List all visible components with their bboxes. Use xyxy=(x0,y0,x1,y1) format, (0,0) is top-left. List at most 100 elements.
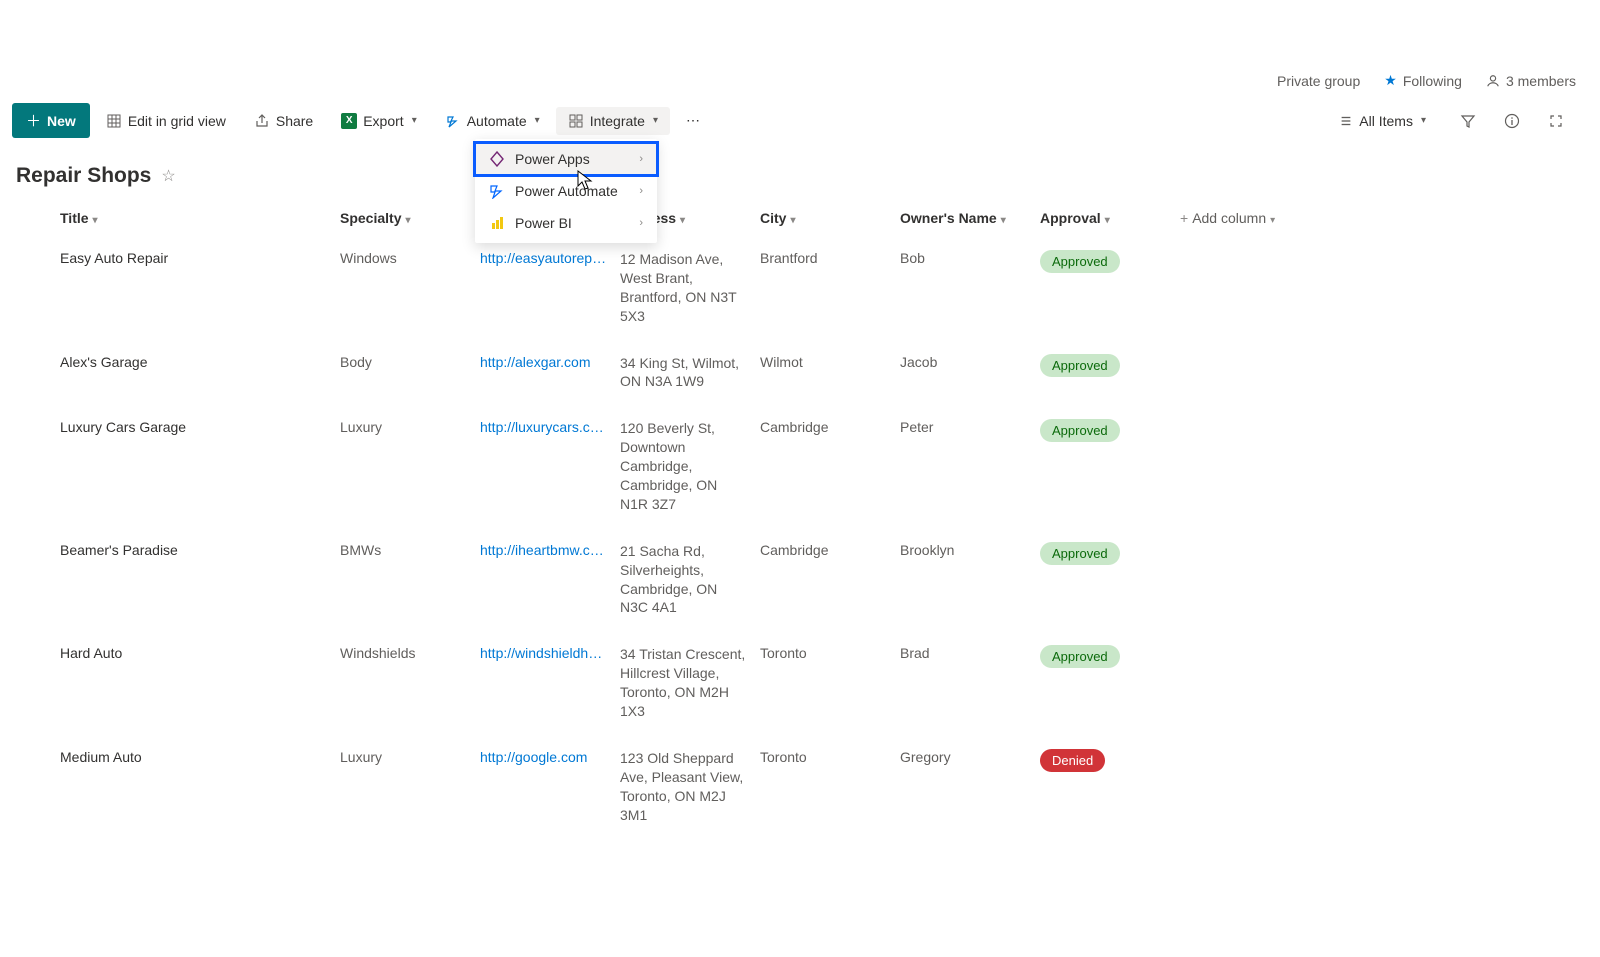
following-toggle[interactable]: ★ Following xyxy=(1384,72,1462,89)
website-link[interactable]: http://google.com xyxy=(480,749,587,765)
flow-icon xyxy=(445,113,461,129)
table-row[interactable]: Medium AutoLuxuryhttp://google.com123 Ol… xyxy=(0,735,1600,839)
site-info-bar: Private group ★ Following 3 members xyxy=(0,60,1600,97)
cell-title: Luxury Cars Garage xyxy=(60,419,340,435)
cell-city: Toronto xyxy=(760,749,900,765)
cell-title: Beamer's Paradise xyxy=(60,542,340,558)
favorite-star-icon[interactable]: ☆ xyxy=(161,166,175,186)
dropdown-item-power-automate[interactable]: Power Automate › xyxy=(475,175,657,207)
cell-website: http://google.com xyxy=(480,749,620,768)
excel-icon: X xyxy=(341,113,357,129)
cell-address: 120 Beverly St, Downtown Cambridge, Camb… xyxy=(620,419,760,513)
cell-approval: Approved xyxy=(1040,250,1180,273)
table-row[interactable]: Beamer's ParadiseBMWshttp://iheartbmw.co… xyxy=(0,528,1600,632)
approval-badge: Approved xyxy=(1040,354,1120,377)
integrate-label: Integrate xyxy=(590,113,645,129)
list-title: Repair Shops xyxy=(16,164,151,188)
new-button[interactable]: ＋ New xyxy=(12,103,90,138)
share-label: Share xyxy=(276,113,313,129)
command-bar: ＋ New Edit in grid view Share X Export ▾… xyxy=(0,97,1600,144)
integrate-icon xyxy=(568,113,584,129)
views-label: All Items xyxy=(1359,113,1413,129)
chevron-right-icon: › xyxy=(639,153,643,165)
cell-specialty: Windshields xyxy=(340,645,480,661)
column-header-city[interactable]: City▾ xyxy=(760,210,900,226)
filter-button[interactable] xyxy=(1454,107,1482,135)
export-button[interactable]: X Export ▾ xyxy=(329,107,429,135)
website-link[interactable]: http://luxurycars.com xyxy=(480,419,608,435)
grid-icon xyxy=(106,113,122,129)
automate-button[interactable]: Automate ▾ xyxy=(433,107,552,135)
views-dropdown[interactable]: All Items ▾ xyxy=(1327,107,1438,135)
dropdown-item-label: Power Apps xyxy=(515,151,590,167)
edit-grid-label: Edit in grid view xyxy=(128,113,226,129)
table-row[interactable]: Easy Auto RepairWindowshttp://easyautore… xyxy=(0,236,1600,340)
cell-specialty: Luxury xyxy=(340,419,480,435)
automate-label: Automate xyxy=(467,113,527,129)
chevron-down-icon: ▾ xyxy=(1270,215,1275,226)
approval-badge: Approved xyxy=(1040,542,1120,565)
cell-city: Cambridge xyxy=(760,542,900,558)
column-header-approval[interactable]: Approval▾ xyxy=(1040,210,1180,226)
dropdown-item-label: Power BI xyxy=(515,215,572,231)
edit-grid-button[interactable]: Edit in grid view xyxy=(94,107,238,135)
chevron-down-icon: ▾ xyxy=(653,115,658,126)
export-label: Export xyxy=(363,113,403,129)
chevron-down-icon: ▾ xyxy=(535,115,540,126)
website-link[interactable]: http://easyautorepair.c… xyxy=(480,250,608,266)
table-row[interactable]: Luxury Cars GarageLuxuryhttp://luxurycar… xyxy=(0,405,1600,527)
dropdown-item-label: Power Automate xyxy=(515,183,618,199)
cell-approval: Approved xyxy=(1040,542,1180,565)
column-header-owner[interactable]: Owner's Name▾ xyxy=(900,210,1040,226)
cell-approval: Approved xyxy=(1040,645,1180,668)
column-header-title[interactable]: Title▾ xyxy=(60,210,340,226)
cell-owner: Bob xyxy=(900,250,1040,266)
members-label: 3 members xyxy=(1506,73,1576,89)
star-filled-icon: ★ xyxy=(1384,72,1397,89)
cell-address: 34 Tristan Crescent, Hillcrest Village, … xyxy=(620,645,760,721)
more-button[interactable]: ⋯ xyxy=(674,106,712,135)
cell-title: Medium Auto xyxy=(60,749,340,765)
expand-button[interactable] xyxy=(1542,107,1570,135)
info-button[interactable] xyxy=(1498,107,1526,135)
chevron-down-icon: ▾ xyxy=(1001,215,1006,226)
cell-approval: Approved xyxy=(1040,354,1180,377)
chevron-down-icon: ▾ xyxy=(680,215,685,226)
chevron-down-icon: ▾ xyxy=(1105,215,1110,226)
chevron-down-icon: ▾ xyxy=(405,215,410,226)
cell-city: Toronto xyxy=(760,645,900,661)
add-column-button[interactable]: +Add column▾ xyxy=(1180,210,1340,226)
plus-icon: + xyxy=(1180,210,1188,226)
share-button[interactable]: Share xyxy=(242,107,325,135)
cell-owner: Brooklyn xyxy=(900,542,1040,558)
approval-badge: Approved xyxy=(1040,250,1120,273)
chevron-down-icon: ▾ xyxy=(790,215,795,226)
website-link[interactable]: http://alexgar.com xyxy=(480,354,591,370)
dropdown-item-power-apps[interactable]: Power Apps › xyxy=(475,143,657,175)
table-row[interactable]: Alex's GarageBodyhttp://alexgar.com34 Ki… xyxy=(0,340,1600,406)
dropdown-item-power-bi[interactable]: Power BI › xyxy=(475,207,657,239)
chevron-down-icon: ▾ xyxy=(412,115,417,126)
people-icon xyxy=(1486,74,1500,88)
cell-specialty: Body xyxy=(340,354,480,370)
cell-website: http://windshieldharda… xyxy=(480,645,620,664)
cell-owner: Jacob xyxy=(900,354,1040,370)
members-link[interactable]: 3 members xyxy=(1486,73,1576,89)
cell-website: http://luxurycars.com xyxy=(480,419,620,438)
website-link[interactable]: http://iheartbmw.com xyxy=(480,542,608,558)
integrate-button[interactable]: Integrate ▾ xyxy=(556,107,670,135)
cell-city: Cambridge xyxy=(760,419,900,435)
approval-badge: Approved xyxy=(1040,419,1120,442)
power-automate-icon xyxy=(489,183,505,199)
share-icon xyxy=(254,113,270,129)
cell-specialty: Luxury xyxy=(340,749,480,765)
ellipsis-icon: ⋯ xyxy=(686,112,700,129)
cell-title: Alex's Garage xyxy=(60,354,340,370)
website-link[interactable]: http://windshieldharda… xyxy=(480,645,608,661)
cell-title: Hard Auto xyxy=(60,645,340,661)
list-table: Title▾ Specialty▾ Website▾ Address▾ City… xyxy=(0,200,1600,838)
table-row[interactable]: Hard AutoWindshieldshttp://windshieldhar… xyxy=(0,631,1600,735)
new-label: New xyxy=(47,113,76,129)
command-bar-right: All Items ▾ xyxy=(1327,107,1588,135)
column-header-specialty[interactable]: Specialty▾ xyxy=(340,210,480,226)
